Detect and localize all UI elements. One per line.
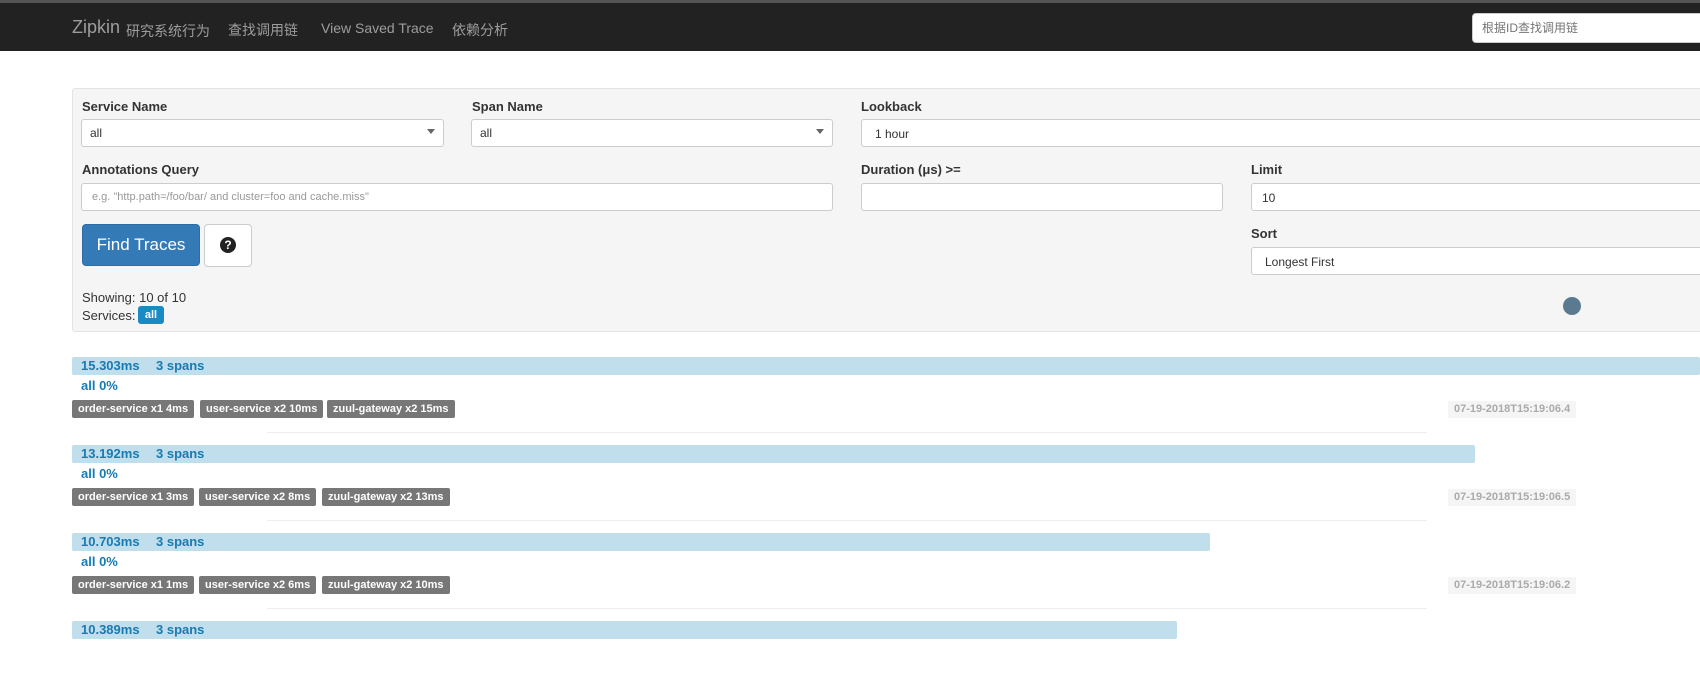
annotations-query-label: Annotations Query <box>82 162 200 177</box>
limit-input[interactable]: 10 <box>1251 183 1700 211</box>
trace-item[interactable]: 10.389ms 3 spans <box>72 621 1700 689</box>
trace-duration-bar[interactable] <box>72 621 1177 639</box>
annotations-query-placeholder: e.g. "http.path=/foo/bar/ and cluster=fo… <box>92 191 369 203</box>
divider <box>267 608 1427 609</box>
sort-select[interactable]: Longest First <box>1251 247 1700 275</box>
trace-timestamp: 07-19-2018T15:19:06.4 <box>1448 401 1577 418</box>
trace-span-count: 3 spans <box>156 622 205 637</box>
duration-input[interactable] <box>861 183 1223 211</box>
service-tag: zuul-gateway x2 13ms <box>322 488 450 506</box>
limit-label: Limit <box>1251 162 1283 177</box>
service-tag: user-service x2 10ms <box>200 400 324 418</box>
service-tag: user-service x2 8ms <box>199 488 317 506</box>
trace-id-search-input[interactable] <box>1472 13 1700 43</box>
duration-label: Duration (μs) >= <box>861 162 961 177</box>
help-button[interactable]: ? <box>204 224 252 267</box>
showing-count: Showing: 10 of 10 <box>82 290 187 305</box>
service-name-select[interactable]: all <box>81 119 444 147</box>
divider <box>267 432 1427 433</box>
span-name-label: Span Name <box>472 99 543 114</box>
nav-dependencies[interactable]: 依赖分析 <box>452 20 508 40</box>
trace-duration-bar[interactable] <box>72 445 1475 463</box>
expand-icon[interactable] <box>1563 297 1581 315</box>
search-panel: Service Name all Span Name all Lookback … <box>72 88 1700 332</box>
trace-span-count: 3 spans <box>156 358 205 373</box>
chevron-down-icon <box>427 129 435 134</box>
trace-duration-bar[interactable] <box>72 357 1700 375</box>
brand-tagline: 研究系统行为 <box>126 23 210 39</box>
trace-service-percent: all 0% <box>81 554 118 569</box>
sort-label: Sort <box>1251 226 1277 241</box>
service-name-value: all <box>90 126 103 140</box>
services-label: Services: <box>82 308 136 323</box>
sort-value: Longest First <box>1265 255 1335 269</box>
service-tag: zuul-gateway x2 10ms <box>322 576 450 594</box>
find-traces-button[interactable]: Find Traces <box>82 224 200 266</box>
service-tag: order-service x1 1ms <box>72 576 195 594</box>
service-tag: order-service x1 3ms <box>72 488 195 506</box>
trace-item[interactable]: 10.703ms 3 spans all 0% order-service x1… <box>72 533 1700 613</box>
divider <box>267 520 1427 521</box>
question-circle-icon: ? <box>220 237 236 253</box>
navbar: Zipkin 研究系统行为 查找调用链 View Saved Trace 依赖分… <box>0 0 1700 51</box>
annotations-query-input[interactable]: e.g. "http.path=/foo/bar/ and cluster=fo… <box>81 183 833 211</box>
service-name-label: Service Name <box>82 99 168 114</box>
trace-span-count: 3 spans <box>156 446 205 461</box>
service-tag: zuul-gateway x2 15ms <box>327 400 455 418</box>
trace-service-percent: all 0% <box>81 378 118 393</box>
service-tag: order-service x1 4ms <box>72 400 195 418</box>
brand-logo[interactable]: Zipkin <box>72 17 120 38</box>
lookback-select[interactable]: 1 hour <box>861 119 1700 147</box>
trace-timestamp: 07-19-2018T15:19:06.2 <box>1448 577 1577 594</box>
nav-view-saved-trace[interactable]: View Saved Trace <box>321 20 434 36</box>
limit-value: 10 <box>1262 191 1276 205</box>
trace-service-percent: all 0% <box>81 466 118 481</box>
span-name-select[interactable]: all <box>471 119 833 147</box>
trace-duration: 15.303ms <box>81 358 140 373</box>
trace-duration: 10.703ms <box>81 534 140 549</box>
service-tag: user-service x2 6ms <box>199 576 317 594</box>
lookback-value: 1 hour <box>875 127 910 141</box>
trace-duration: 10.389ms <box>81 622 140 637</box>
span-name-value: all <box>480 126 493 140</box>
trace-timestamp: 07-19-2018T15:19:06.5 <box>1448 489 1577 506</box>
chevron-down-icon <box>816 129 824 134</box>
nav-find-traces[interactable]: 查找调用链 <box>228 20 298 40</box>
service-badge-all[interactable]: all <box>138 306 164 324</box>
trace-span-count: 3 spans <box>156 534 205 549</box>
lookback-label: Lookback <box>861 99 922 114</box>
trace-duration-bar[interactable] <box>72 533 1210 551</box>
trace-item[interactable]: 15.303ms 3 spans all 0% order-service x1… <box>72 357 1700 437</box>
trace-duration: 13.192ms <box>81 446 140 461</box>
trace-item[interactable]: 13.192ms 3 spans all 0% order-service x1… <box>72 445 1700 525</box>
